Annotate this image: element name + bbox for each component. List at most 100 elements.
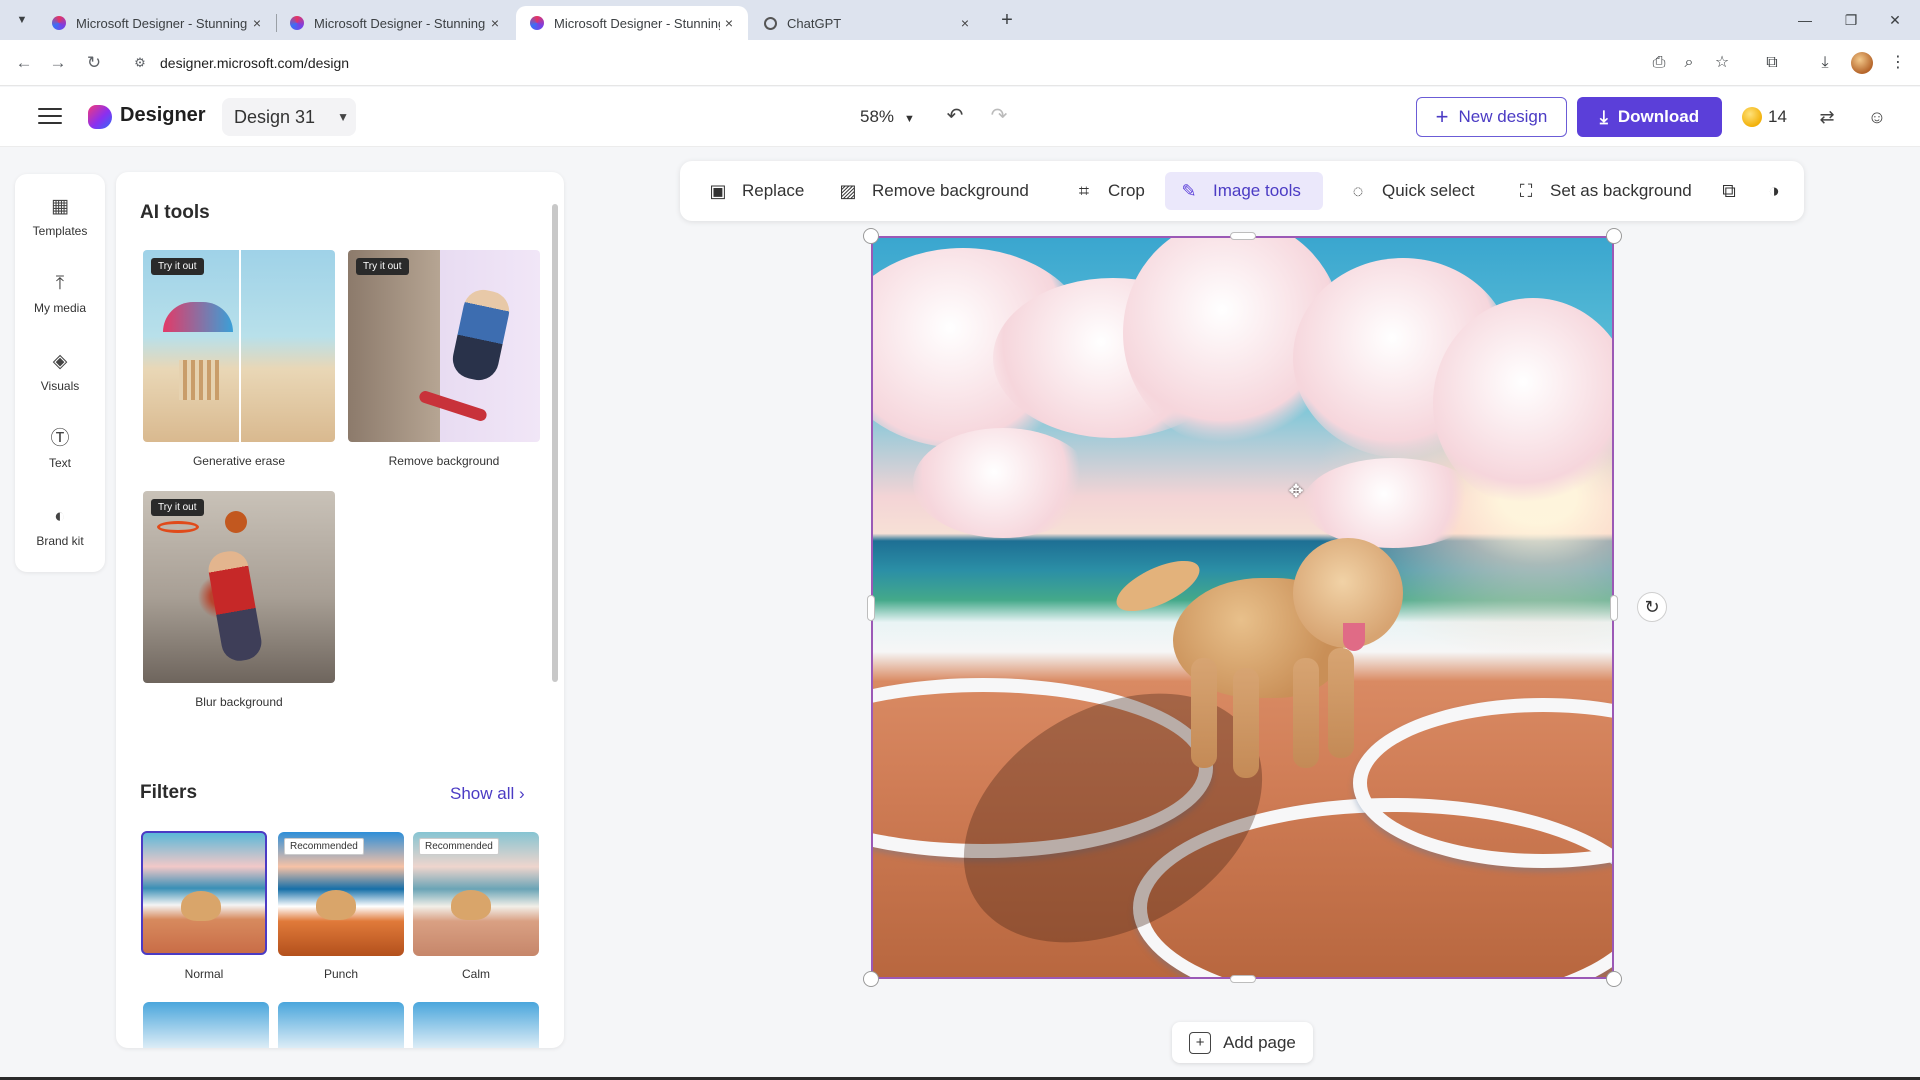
ai-tool-remove-background[interactable]: Try it out <box>348 250 540 442</box>
resize-handle-bottom-left[interactable] <box>863 971 879 987</box>
share-icon[interactable]: ⇄ <box>1814 104 1840 130</box>
design-name-dropdown[interactable]: Design 31 ▼ <box>222 98 356 136</box>
try-it-out-badge: Try it out <box>151 499 204 516</box>
tab-close-icon[interactable]: × <box>248 15 266 31</box>
filters-heading: Filters <box>140 782 198 803</box>
rail-item-my-media[interactable]: ⤒ My media <box>15 271 105 331</box>
close-window-icon[interactable]: ✕ <box>1880 8 1910 32</box>
reload-icon[interactable]: ↻ <box>82 51 106 75</box>
dog-leg-shape <box>1328 648 1354 758</box>
filter-label: Calm <box>461 967 490 981</box>
text-icon: Ⓣ <box>50 428 70 449</box>
replace-button[interactable]: ▣ Replace <box>694 172 816 210</box>
panel-scrollbar[interactable] <box>552 204 558 682</box>
zoom-dropdown[interactable]: 58% ▼ <box>860 107 915 127</box>
new-design-button[interactable]: + New design <box>1416 97 1567 137</box>
resize-handle-top-right[interactable] <box>1606 228 1622 244</box>
ai-tool-generative-erase[interactable]: Try it out <box>143 250 335 442</box>
browser-address-bar: ← → ↻ ⚙ designer.microsoft.com/design ⎙ … <box>0 40 1920 86</box>
browser-tab-2[interactable]: Microsoft Designer - Stunning × <box>276 6 514 40</box>
browser-menu-icon[interactable]: ⋮ <box>1886 51 1910 75</box>
browser-tab-4[interactable]: ChatGPT × <box>750 6 984 40</box>
filter-thumbnail[interactable] <box>413 1002 539 1048</box>
download-button[interactable]: ⤓ Download <box>1577 97 1722 137</box>
boost-coin-icon[interactable] <box>1742 107 1762 127</box>
rail-item-text[interactable]: Ⓣ Text <box>15 426 105 486</box>
tab-title: Microsoft Designer - Stunning <box>314 15 486 31</box>
install-app-icon[interactable]: ⎙ <box>1647 51 1671 75</box>
set-background-icon: ⛶ <box>1519 181 1533 201</box>
filter-normal[interactable] <box>141 831 267 955</box>
redo-icon[interactable]: ↷ <box>986 103 1012 129</box>
downloads-icon[interactable]: ⤓ <box>1813 51 1837 75</box>
try-it-out-badge: Try it out <box>356 258 409 275</box>
rail-item-templates[interactable]: ▦ Templates <box>15 194 105 254</box>
upload-icon: ⤒ <box>55 273 65 294</box>
image-context-toolbar: ▣ Replace ▨ Remove background ⌗ Crop ✎ I… <box>680 161 1804 221</box>
quick-select-button[interactable]: ◌ Quick select <box>1334 172 1487 210</box>
site-info-icon[interactable]: ⚙ <box>132 55 148 71</box>
resize-handle-bottom[interactable] <box>1230 975 1256 983</box>
extensions-icon[interactable]: ⧉ <box>1760 51 1784 75</box>
resize-handle-top-left[interactable] <box>863 228 879 244</box>
rail-label: Brand kit <box>36 534 84 548</box>
basketball-player-illustration <box>205 548 265 664</box>
toolbar-label: Replace <box>742 181 805 200</box>
basketball-hoop-illustration <box>157 521 199 533</box>
browser-tab-1[interactable]: Microsoft Designer - Stunning × <box>38 6 276 40</box>
url-field[interactable]: ⚙ designer.microsoft.com/design <box>124 47 1654 79</box>
forward-icon[interactable]: → <box>46 51 70 75</box>
app-header: Designer Design 31 ▼ 58% ▼ ↶ ↷ + New desi… <box>0 87 1920 147</box>
back-icon[interactable]: ← <box>12 51 36 75</box>
rail-label: Templates <box>32 224 88 238</box>
show-all-filters-link[interactable]: Show all › <box>450 784 525 804</box>
tab-close-icon[interactable]: × <box>720 15 738 31</box>
set-as-background-button[interactable]: ⛶ Set as background <box>1502 172 1704 210</box>
opacity-icon[interactable]: ◑ <box>1761 179 1787 205</box>
download-label: Download <box>1617 107 1700 126</box>
crop-button[interactable]: ⌗ Crop <box>1060 172 1157 210</box>
designer-favicon-icon <box>530 16 544 30</box>
tab-close-icon[interactable]: × <box>956 15 974 31</box>
minimize-icon[interactable]: — <box>1790 8 1820 32</box>
new-tab-button[interactable]: + <box>994 8 1020 34</box>
image-tools-icon: ✎ <box>1181 181 1197 201</box>
filter-thumbnail[interactable] <box>278 1002 404 1048</box>
credits-count: 14 <box>1768 107 1787 126</box>
toolbar-label: Image tools <box>1213 181 1301 200</box>
undo-icon[interactable]: ↶ <box>942 103 968 129</box>
image-tools-button[interactable]: ✎ Image tools <box>1165 172 1323 210</box>
resize-handle-left[interactable] <box>867 595 875 621</box>
resize-handle-right[interactable] <box>1610 595 1618 621</box>
filter-calm[interactable]: Recommended <box>413 832 539 956</box>
filter-punch[interactable]: Recommended <box>278 832 404 956</box>
resize-handle-bottom-right[interactable] <box>1606 971 1622 987</box>
download-icon: ⤓ <box>1599 106 1608 127</box>
zoom-level: 58% <box>860 107 895 126</box>
filter-thumbnail[interactable] <box>143 1002 269 1048</box>
rail-item-brand-kit[interactable]: ◐ Brand kit <box>15 504 105 564</box>
ai-tool-label: Generative erase <box>192 454 286 468</box>
add-page-icon: + <box>1189 1031 1212 1054</box>
rail-item-visuals[interactable]: ◈ Visuals <box>15 349 105 409</box>
restore-icon[interactable]: ❐ <box>1836 8 1866 32</box>
dog-thumbnail <box>316 890 356 920</box>
tab-search-chevron-icon[interactable]: ▼ <box>10 8 34 32</box>
zoom-icon[interactable]: ⌕ <box>1677 51 1701 75</box>
bookmark-star-icon[interactable]: ☆ <box>1710 51 1734 75</box>
rotate-handle-icon[interactable]: ↻ <box>1637 592 1667 622</box>
tab-close-icon[interactable]: × <box>486 15 504 31</box>
browser-tab-3-active[interactable]: Microsoft Designer - Stunning × <box>516 6 748 40</box>
browser-profile-avatar[interactable] <box>1851 52 1873 74</box>
remove-background-button[interactable]: ▨ Remove background <box>824 172 1041 210</box>
account-icon[interactable]: ☺ <box>1864 104 1890 130</box>
layers-icon[interactable]: ⧉ <box>1716 179 1742 205</box>
add-page-button[interactable]: + Add page <box>1172 1022 1313 1063</box>
ai-tool-blur-background[interactable]: Try it out <box>143 491 335 683</box>
toolbar-label: Quick select <box>1382 181 1475 200</box>
dog-thumbnail <box>181 891 221 921</box>
toolbar-label: Crop <box>1108 181 1145 200</box>
canvas-image-dog-on-beach[interactable] <box>871 236 1614 979</box>
resize-handle-top[interactable] <box>1230 232 1256 240</box>
hamburger-menu-icon[interactable] <box>36 105 64 127</box>
